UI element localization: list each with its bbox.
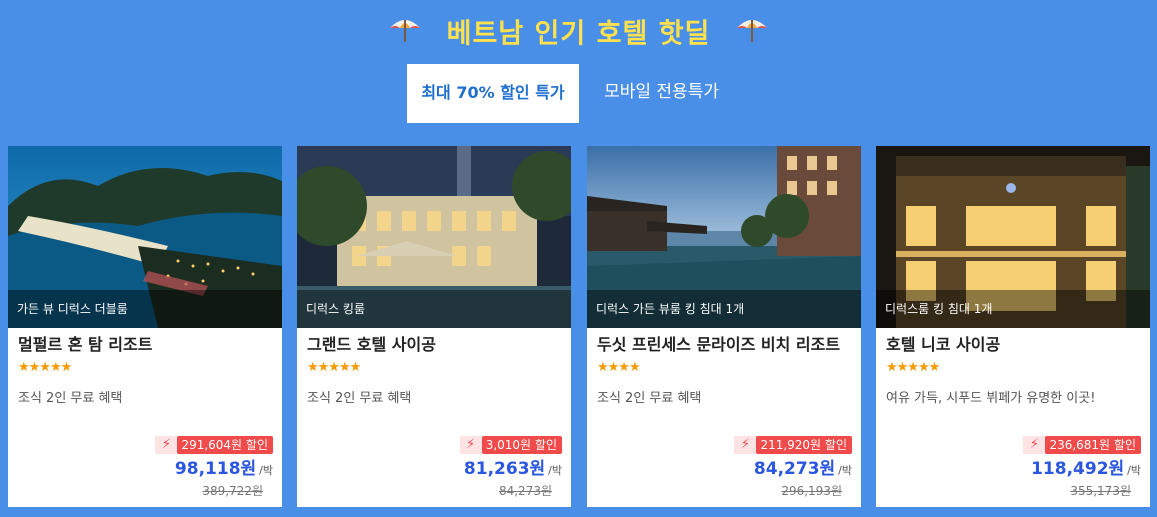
hotel-card[interactable]: 디럭스 킹룸 그랜드 호텔 사이공 ★★★★★ 조식 2인 무료 혜택 ⚡ 3,0… [297,146,571,507]
room-type-label: 디럭스룸 킹 침대 1개 [876,290,1150,328]
price-box: ⚡ 236,681원 할인 118,492원/박 355,173원 [1023,436,1141,499]
price-box: ⚡ 3,010원 할인 81,263원/박 84,273원 [459,436,562,499]
lightning-icon: ⚡ [734,436,757,454]
per-night: /박 [548,464,562,477]
hotel-card[interactable]: 가든 뷰 디럭스 더블룸 멀펄르 혼 탐 리조트 ★★★★★ 조식 2인 무료 … [8,146,282,507]
sale-price: 118,492원 [1031,459,1125,479]
hotel-name[interactable]: 두싯 프린세스 문라이즈 비치 리조트 [597,334,851,356]
discount-badge: 236,681원 할인 [1045,436,1141,454]
discount-badge: 3,010원 할인 [481,436,562,454]
tab-max-discount[interactable]: 최대 70% 할인 특가 [407,64,579,123]
original-price: 296,193원 [781,484,842,498]
star-rating: ★★★★ [597,360,641,375]
discount-badge: 211,920원 할인 [756,436,852,454]
sale-price: 84,273원 [753,459,836,479]
original-price: 84,273원 [498,484,552,498]
benefit-text: 조식 2인 무료 혜택 [18,391,123,406]
tab-mobile-only[interactable]: 모바일 전용특가 [604,64,719,123]
per-night: /박 [259,464,273,477]
room-type-label: 가든 뷰 디럭스 더블룸 [8,290,282,328]
deal-tabs: 최대 70% 할인 특가 모바일 전용특가 [407,64,719,123]
hotel-name[interactable]: 그랜드 호텔 사이공 [307,334,561,356]
price-box: ⚡ 211,920원 할인 84,273원/박 296,193원 [734,436,852,499]
sale-price: 81,263원 [463,459,546,479]
section-title: 베트남 인기 호텔 핫딜 [0,14,1157,56]
lightning-icon: ⚡ [1023,436,1046,454]
parasol-icon [388,14,422,56]
original-price: 355,173원 [1070,484,1131,498]
hotel-card[interactable]: 디럭스룸 킹 침대 1개 호텔 니코 사이공 ★★★★★ 여유 가득, 시푸드 … [876,146,1150,507]
hotel-photo[interactable]: 디럭스 가든 뷰룸 킹 침대 1개 [587,146,861,328]
benefit-text: 조식 2인 무료 혜택 [597,391,702,406]
lightning-icon: ⚡ [459,436,482,454]
star-rating: ★★★★★ [307,360,361,375]
lightning-icon: ⚡ [155,436,178,454]
hotel-photo[interactable]: 가든 뷰 디럭스 더블룸 [8,146,282,328]
hotel-photo[interactable]: 디럭스 킹룸 [297,146,571,328]
room-type-label: 디럭스 가든 뷰룸 킹 침대 1개 [587,290,861,328]
benefit-text: 여유 가득, 시푸드 뷔페가 유명한 이곳! [886,391,1096,406]
original-price: 389,722원 [202,484,263,498]
room-type-label: 디럭스 킹룸 [297,290,571,328]
benefit-text: 조식 2인 무료 혜택 [307,391,412,406]
star-rating: ★★★★★ [18,360,72,375]
hotel-photo[interactable]: 디럭스룸 킹 침대 1개 [876,146,1150,328]
discount-badge: 291,604원 할인 [177,436,273,454]
per-night: /박 [838,464,852,477]
price-box: ⚡ 291,604원 할인 98,118원/박 389,722원 [155,436,273,499]
hotel-card[interactable]: 디럭스 가든 뷰룸 킹 침대 1개 두싯 프린세스 문라이즈 비치 리조트 ★★… [587,146,861,507]
per-night: /박 [1127,464,1141,477]
star-rating: ★★★★★ [886,360,940,375]
hotel-name[interactable]: 호텔 니코 사이공 [886,334,1140,356]
parasol-icon [735,14,769,56]
hotel-name[interactable]: 멀펄르 혼 탐 리조트 [18,334,272,356]
sale-price: 98,118원 [174,459,257,479]
section-title-text: 베트남 인기 호텔 핫딜 [446,18,711,50]
